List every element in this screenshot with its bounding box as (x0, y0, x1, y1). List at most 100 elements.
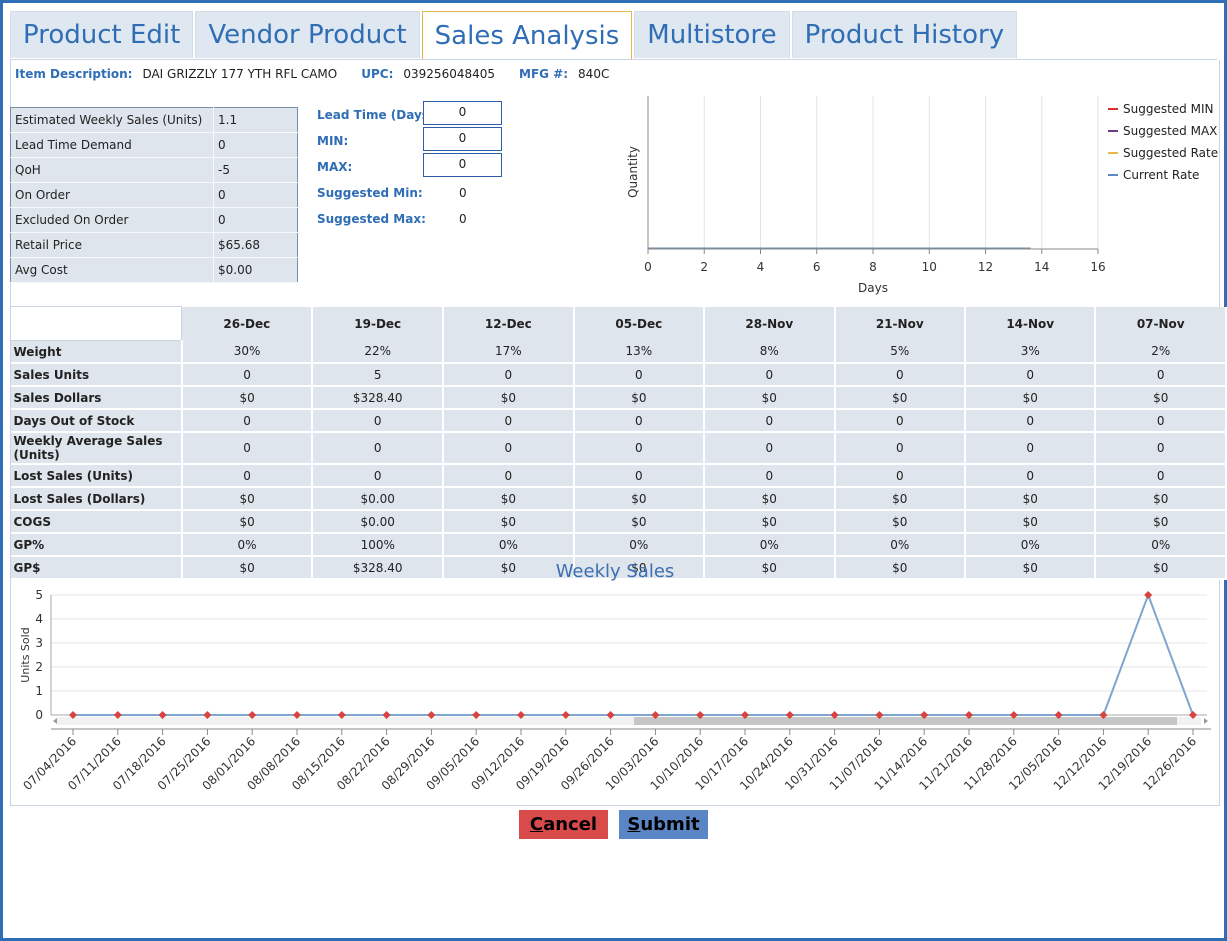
x-tick-label: 16 (1090, 260, 1105, 274)
table-cell: $0 (1095, 386, 1227, 410)
stats-value: -5 (213, 157, 298, 183)
table-cell: 0 (704, 464, 836, 488)
table-row: Sales Dollars $0 $328.40 $0 $0 $0 $0 $0 $0 (10, 386, 1227, 410)
table-cell: 3% (965, 340, 1097, 364)
table-cell: 0 (181, 409, 314, 433)
table-cell: $0 (965, 510, 1097, 534)
scroll-right-icon[interactable] (1204, 718, 1208, 724)
quantity-days-chart: 0 2 4 6 8 10 12 14 16 Days Quantity (626, 96, 1106, 295)
y-axis-label: Units Sold (19, 627, 32, 682)
lead-time-input[interactable]: 0 (423, 101, 502, 125)
table-cell: 0 (704, 409, 836, 433)
table-cell: $0 (443, 510, 575, 534)
suggested-max-label: Suggested Max: (317, 212, 426, 226)
legend-label: Suggested MIN (1123, 102, 1214, 116)
table-cell: $0 (704, 386, 836, 410)
quantity-chart-legend: Suggested MIN Suggested MAX Suggested Rate… (1108, 98, 1218, 186)
table-cell: 0 (834, 363, 967, 387)
stats-value: $65.68 (213, 232, 298, 258)
weekly-sales-line (73, 592, 1194, 716)
tab-multistore[interactable]: Multistore (634, 11, 790, 58)
table-row: COGS $0 $0.00 $0 $0 $0 $0 $0 $0 (10, 510, 1227, 534)
tab-product-edit[interactable]: Product Edit (10, 11, 194, 58)
table-cell: 0 (704, 363, 836, 387)
cancel-button[interactable]: Cancel (519, 810, 608, 839)
row-label: Sales Dollars (10, 386, 183, 410)
table-cell: 0 (965, 432, 1097, 465)
table-cell: 0 (181, 464, 314, 488)
tab-sales-analysis[interactable]: Sales Analysis (421, 11, 633, 60)
legend-swatch (1108, 130, 1118, 132)
max-input[interactable]: 0 (423, 153, 502, 177)
table-cell: $0 (573, 510, 706, 534)
table-cell: 0 (312, 464, 445, 488)
column-header: 14-Nov (965, 306, 1097, 341)
scrollbar-thumb[interactable] (634, 717, 1177, 725)
stats-row: Avg Cost $0.00 (10, 257, 298, 283)
x-tick-label: 14 (1034, 260, 1049, 274)
y-tick-label: 3 (35, 636, 43, 650)
row-label: GP% (10, 533, 183, 557)
table-cell: $0 (573, 386, 706, 410)
tab-bar: Product Edit Vendor Product Sales Analysis… (10, 11, 1019, 60)
table-cell: 5% (834, 340, 967, 364)
legend-entry: Suggested MAX (1108, 120, 1218, 142)
row-label: Weight (10, 340, 183, 364)
table-cell: 0 (573, 432, 706, 465)
row-label: Weekly Average Sales (Units) (10, 432, 183, 465)
table-cell: $0 (181, 487, 314, 511)
table-cell: 0 (573, 363, 706, 387)
cancel-button-label: Cancel (529, 814, 598, 835)
mfg-label: MFG #: (519, 67, 569, 81)
legend-swatch (1108, 174, 1118, 176)
table-cell: $0 (965, 386, 1097, 410)
stats-value: $0.00 (213, 257, 298, 283)
x-axis-label: Days (858, 281, 888, 295)
table-cell: 2% (1095, 340, 1227, 364)
legend-label: Current Rate (1123, 168, 1200, 182)
legend-entry: Suggested MIN (1108, 98, 1218, 120)
table-cell: 0 (312, 409, 445, 433)
row-label: Lost Sales (Dollars) (10, 487, 183, 511)
stats-value: 1.1 (213, 107, 298, 133)
table-cell: $0 (704, 487, 836, 511)
column-header: 28-Nov (704, 306, 836, 341)
table-cell: $0 (834, 386, 967, 410)
table-row: Days Out of Stock 0 0 0 0 0 0 0 0 (10, 409, 1227, 433)
legend-swatch (1108, 108, 1118, 110)
stats-key: Retail Price (10, 232, 214, 258)
y-tick-label: 5 (35, 588, 43, 602)
tab-product-history[interactable]: Product History (791, 11, 1018, 58)
stats-key: Avg Cost (10, 257, 214, 283)
table-cell: $0 (181, 510, 314, 534)
table-cell: 0 (443, 432, 575, 465)
suggested-max-value: 0 (459, 212, 467, 226)
submit-button[interactable]: Submit (619, 810, 708, 839)
stats-key: Excluded On Order (10, 207, 214, 233)
weekly-table-header: 26-Dec 19-Dec 12-Dec 05-Dec 28-Nov 21-Nov 14-N… (9, 306, 1227, 341)
stats-row: Retail Price $65.68 (10, 232, 298, 258)
lead-time-label: Lead Time (Days): (317, 108, 440, 122)
table-cell: 0 (181, 432, 314, 465)
tab-vendor-product[interactable]: Vendor Product (195, 11, 420, 58)
min-input[interactable]: 0 (423, 127, 502, 151)
x-tick-label: 4 (757, 260, 765, 274)
x-tick-label: 10 (922, 260, 937, 274)
table-cell: 0 (965, 363, 1097, 387)
table-cell: 0% (1095, 533, 1227, 557)
scroll-left-icon[interactable] (53, 718, 57, 724)
table-cell: 0 (834, 409, 967, 433)
chart-title: Weekly Sales (556, 561, 675, 582)
table-cell: 100% (312, 533, 445, 557)
table-cell: $0 (1095, 487, 1227, 511)
table-cell: 0 (312, 432, 445, 465)
stats-key: Lead Time Demand (10, 132, 214, 158)
column-header: 07-Nov (1095, 306, 1227, 341)
y-tick-label: 2 (35, 660, 43, 674)
legend-label: Suggested MAX (1123, 124, 1218, 138)
table-cell: 0% (704, 533, 836, 557)
chart-scrollbar[interactable] (53, 717, 1208, 725)
table-cell: $328.40 (312, 386, 445, 410)
table-cell: $0.00 (312, 510, 445, 534)
table-cell: $0 (443, 487, 575, 511)
